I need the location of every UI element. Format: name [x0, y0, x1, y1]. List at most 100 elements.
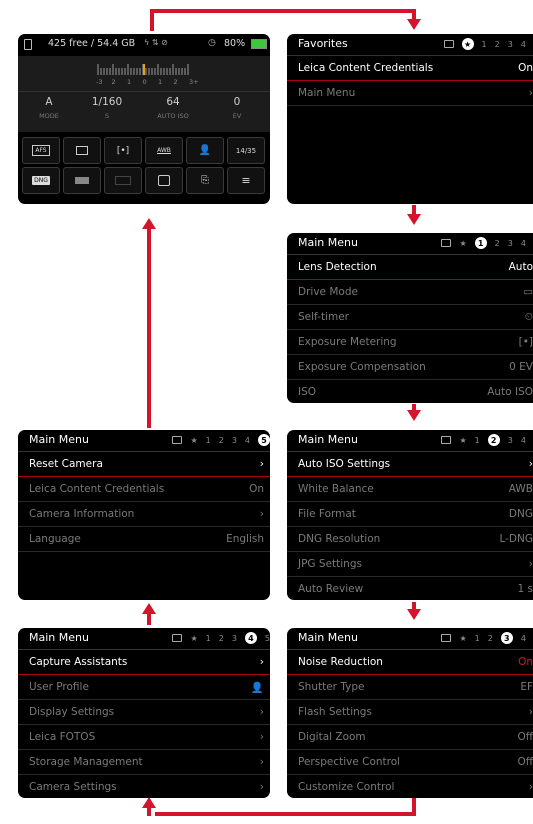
tab-1[interactable]: 1 — [206, 436, 211, 445]
monitor-tab-icon[interactable] — [172, 436, 183, 444]
page-title: Main Menu — [298, 631, 358, 644]
menu-button[interactable]: ≡ — [227, 167, 265, 194]
monitor-tab-icon[interactable] — [441, 436, 452, 444]
menu-item-customize-control[interactable]: Customize Control › — [287, 775, 533, 798]
user-profile-button[interactable]: 👤 — [186, 137, 224, 164]
star-tab-icon[interactable]: ★ — [459, 239, 466, 248]
menu-item-language[interactable]: Language English — [18, 527, 270, 552]
monitor-tab-icon[interactable] — [441, 239, 452, 247]
menu-header: Main Menu ★ 1 2 3 4 5 — [287, 233, 533, 255]
white-balance-icon: AWB — [157, 147, 171, 154]
menu-item-leica-content-credentials[interactable]: Leica Content Credentials On — [18, 477, 270, 502]
menu-item-leica-fotos[interactable]: Leica FOTOS › — [18, 725, 270, 750]
monitor-tab-icon[interactable] — [172, 634, 183, 642]
tab-2[interactable]: 2 — [219, 634, 224, 643]
tab-4[interactable]: 4 — [521, 239, 526, 248]
menu-item-reset-camera[interactable]: Reset Camera › — [18, 452, 270, 477]
tab-3[interactable]: 3 — [232, 436, 237, 445]
param-iso[interactable]: 64 AUTO ISO — [142, 96, 204, 120]
star-tab-icon[interactable]: ★ — [459, 634, 466, 643]
tab-4[interactable]: 4 — [521, 634, 526, 643]
menu-item-storage-management[interactable]: Storage Management › — [18, 750, 270, 775]
dng-resolution-button[interactable] — [63, 167, 101, 194]
favorites-tab-star-icon[interactable]: ★ — [461, 38, 474, 50]
jpg-resolution-button[interactable] — [104, 167, 142, 194]
tab-3[interactable]: 3 — [508, 436, 513, 445]
menu-item-self-timer[interactable]: Self-timer ⏲ — [287, 305, 533, 330]
metering-icon: [•] — [116, 145, 130, 156]
menu-item-display-settings[interactable]: Display Settings › — [18, 700, 270, 725]
frame-lines-button[interactable]: 14/35 — [227, 137, 265, 164]
menu-item-main-menu[interactable]: Main Menu › — [287, 81, 533, 106]
tab-1[interactable]: 1 — [475, 634, 480, 643]
tab-3[interactable]: 3 — [508, 40, 513, 49]
menu-item-white-balance[interactable]: White Balance AWB — [287, 477, 533, 502]
flow-arrowhead-down — [407, 410, 421, 421]
menu-item-exposure-compensation[interactable]: Exposure Compensation 0 EV — [287, 355, 533, 380]
menu-item-flash-settings[interactable]: Flash Settings › — [287, 700, 533, 725]
autofocus-mode-button[interactable]: AFS — [22, 137, 60, 164]
tab-1[interactable]: 1 — [206, 634, 211, 643]
monitor-tab-icon[interactable] — [441, 634, 452, 642]
menu-tabs: ★ 1 2 3 4 5 — [433, 434, 533, 446]
menu-item-auto-review[interactable]: Auto Review 1 s — [287, 577, 533, 600]
status-bar: 425 free / 54.4 GB ϟ ⇅ ⊘ ◷ 80% — [18, 34, 270, 54]
menu-item-iso[interactable]: ISO Auto ISO — [287, 380, 533, 403]
menu-item-dng-resolution[interactable]: DNG Resolution L-DNG — [287, 527, 533, 552]
exposure-preview-button[interactable] — [145, 167, 183, 194]
menu-header: Main Menu ★ 1 2 3 4 5 — [287, 628, 533, 650]
menu-item-capture-assistants[interactable]: Capture Assistants › — [18, 650, 270, 675]
tab-1[interactable]: 1 — [482, 40, 487, 49]
tab-4[interactable]: 4 — [521, 436, 526, 445]
metering-button[interactable]: [•] — [104, 137, 142, 164]
tab-3[interactable]: 3 — [500, 632, 513, 644]
menu-item-camera-information[interactable]: Camera Information › — [18, 502, 270, 527]
star-tab-icon[interactable]: ★ — [190, 634, 197, 643]
star-tab-icon[interactable]: ★ — [459, 436, 466, 445]
tab-4[interactable]: 4 — [244, 632, 257, 644]
param-ev[interactable]: 0 EV — [206, 96, 268, 120]
tab-3[interactable]: 3 — [508, 239, 513, 248]
tab-2[interactable]: 2 — [219, 436, 224, 445]
flow-arrowhead-up — [142, 603, 156, 614]
menu-item-shutter-type[interactable]: Shutter Type EF — [287, 675, 533, 700]
monitor-tab-icon[interactable] — [443, 40, 454, 48]
page-title: Main Menu — [298, 236, 358, 249]
tab-3[interactable]: 3 — [232, 634, 237, 643]
menu-item-user-profile[interactable]: User Profile 👤 — [18, 675, 270, 700]
menu-item-noise-reduction[interactable]: Noise Reduction On — [287, 650, 533, 675]
menu-item-perspective-control[interactable]: Perspective Control Off — [287, 750, 533, 775]
tab-5[interactable]: 5 — [265, 634, 270, 643]
drive-mode-button[interactable] — [63, 137, 101, 164]
tab-4[interactable]: 4 — [521, 40, 526, 49]
file-format-button[interactable]: DNG — [22, 167, 60, 194]
tab-1[interactable]: 1 — [475, 436, 480, 445]
param-mode[interactable]: A MODE — [18, 96, 80, 120]
menu-item-drive-mode[interactable]: Drive Mode ▭ — [287, 280, 533, 305]
tab-2[interactable]: 2 — [488, 634, 493, 643]
tab-2[interactable]: 2 — [487, 434, 500, 446]
menu-item-lens-detection[interactable]: Lens Detection Auto — [287, 255, 533, 280]
menu-item-auto-iso-settings[interactable]: Auto ISO Settings › — [287, 452, 533, 477]
param-shutter[interactable]: 1/160 S — [76, 96, 138, 120]
user-profile-icon: 👤 — [250, 682, 264, 694]
main-menu-page-4: Main Menu ★ 1 2 3 4 5 Capture Assistants… — [18, 628, 270, 798]
menu-item-jpg-settings[interactable]: JPG Settings › — [287, 552, 533, 577]
tab-2[interactable]: 2 — [495, 239, 500, 248]
connection-icon: ⎘ — [201, 175, 209, 186]
tab-5[interactable]: 5 — [258, 434, 270, 446]
tab-4[interactable]: 4 — [245, 436, 250, 445]
connection-button[interactable]: ⎘ — [186, 167, 224, 194]
star-tab-icon[interactable]: ★ — [190, 436, 197, 445]
exposure-icon — [158, 175, 170, 186]
tab-2[interactable]: 2 — [495, 40, 500, 49]
tab-1[interactable]: 1 — [474, 237, 487, 249]
menu-item-leica-content-credentials[interactable]: Leica Content Credentials On — [287, 56, 533, 81]
white-balance-button[interactable]: AWB — [145, 137, 183, 164]
menu-item-exposure-metering[interactable]: Exposure Metering [•] — [287, 330, 533, 355]
menu-item-digital-zoom[interactable]: Digital Zoom Off — [287, 725, 533, 750]
exposure-params: A MODE 1/160 S 64 AUTO ISO 0 EV — [18, 91, 270, 132]
menu-item-file-format[interactable]: File Format DNG — [287, 502, 533, 527]
menu-item-camera-settings[interactable]: Camera Settings › — [18, 775, 270, 798]
page-title: Main Menu — [298, 433, 358, 446]
